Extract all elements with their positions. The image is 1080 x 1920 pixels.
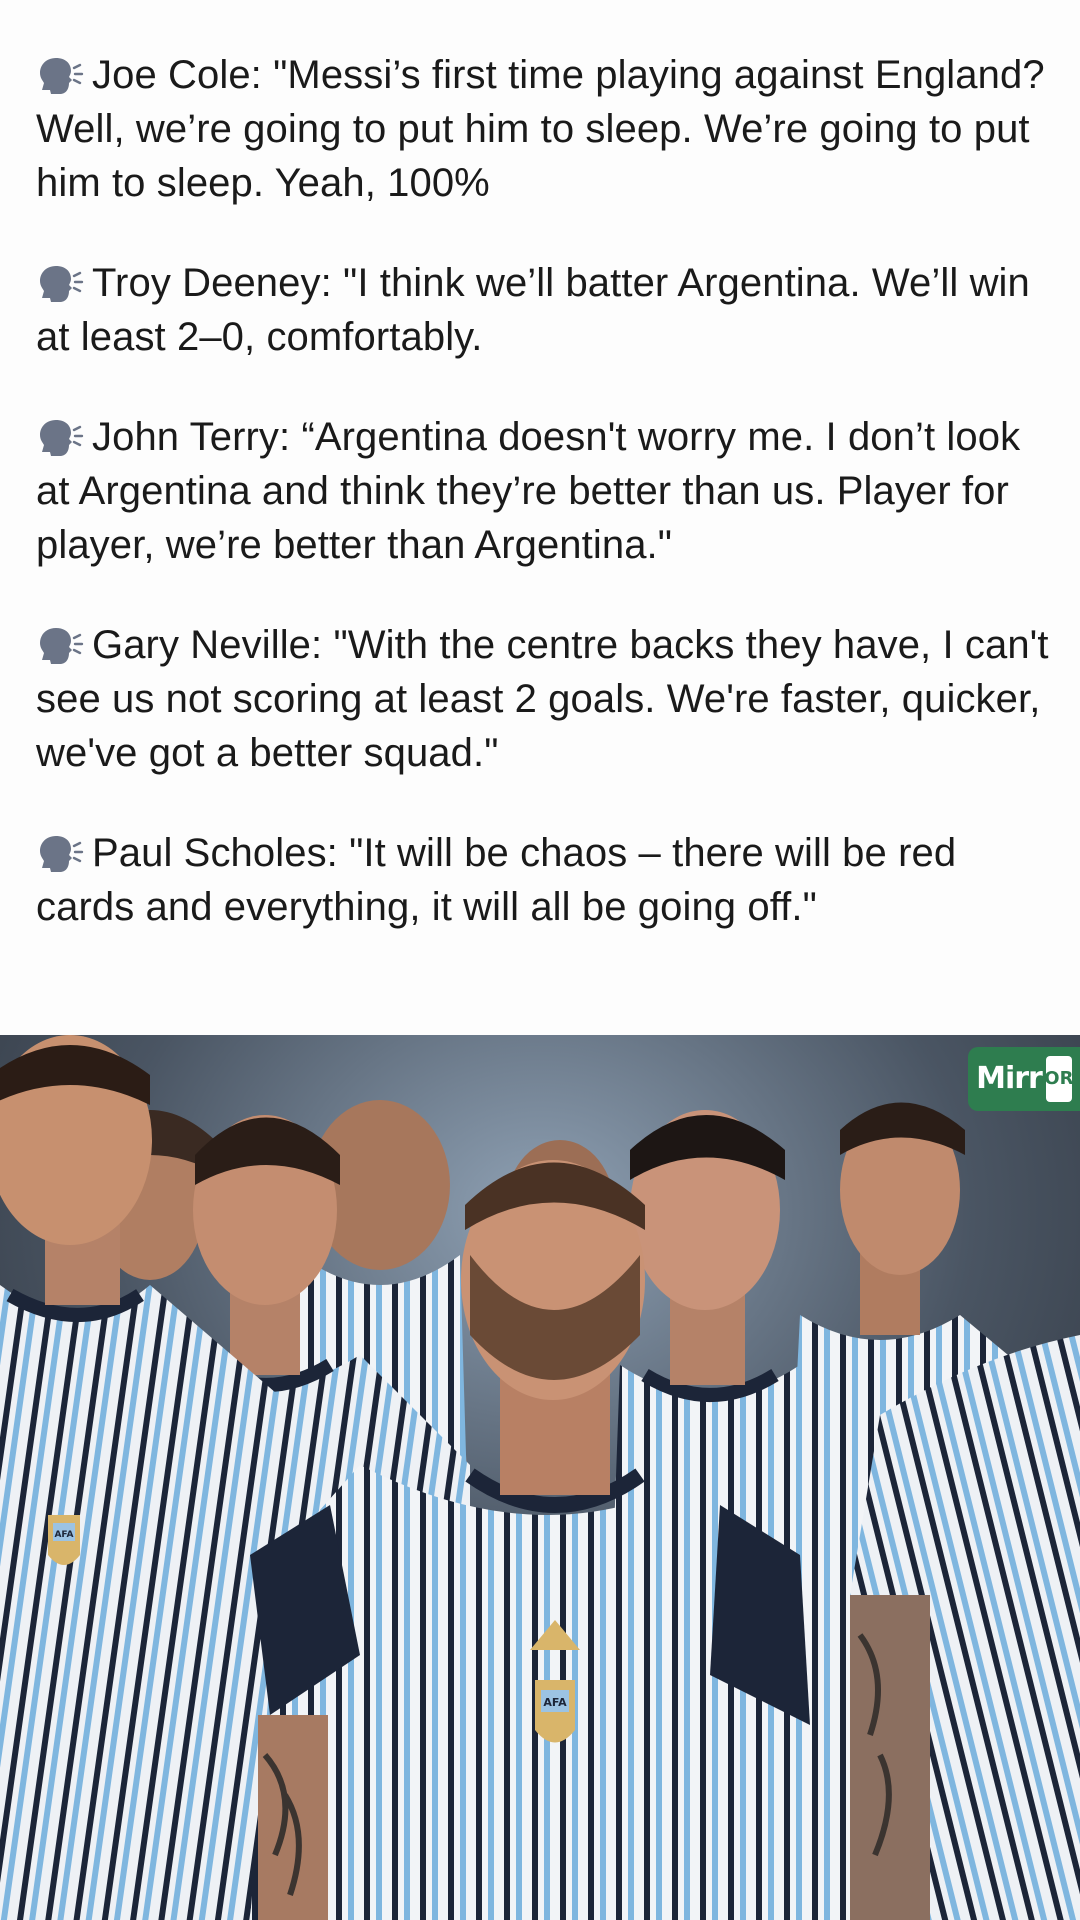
- quote-text: John Terry: “Argentina doesn't worry me.…: [36, 415, 1021, 567]
- quote-text: Gary Neville: "With the centre backs the…: [36, 623, 1049, 775]
- speaking-head-icon: [36, 834, 84, 874]
- mirror-watermark: Mirr OR: [968, 1047, 1080, 1111]
- watermark-text: Mirr: [976, 1061, 1043, 1096]
- quote-text: Joe Cole: "Messi’s first time playing ag…: [36, 53, 1045, 205]
- quote-text: Paul Scholes: "It will be chaos – there …: [36, 831, 957, 929]
- watermark-sub: OR: [1044, 1068, 1074, 1089]
- quote-gary-neville: Gary Neville: "With the centre backs the…: [36, 618, 1056, 780]
- speaking-head-icon: [36, 264, 84, 304]
- quote-john-terry: John Terry: “Argentina doesn't worry me.…: [36, 410, 1056, 572]
- afa-crest-label: AFA: [54, 1530, 73, 1540]
- afa-crest: AFA: [48, 1515, 80, 1565]
- speaking-head-icon: [36, 626, 84, 666]
- post-text-block: Joe Cole: "Messi’s first time playing ag…: [0, 0, 1080, 1035]
- quote-paul-scholes: Paul Scholes: "It will be chaos – there …: [36, 826, 1056, 934]
- quote-text: Troy Deeney: "I think we’ll batter Argen…: [36, 261, 1030, 359]
- afa-crest-label: AFA: [543, 1696, 567, 1709]
- afa-crest: AFA: [535, 1680, 575, 1743]
- quote-troy-deeney: Troy Deeney: "I think we’ll batter Argen…: [36, 256, 1056, 364]
- world-cup-badge-icon: OR: [1044, 1056, 1074, 1102]
- team-photo: AFA AFA Mirr OR: [0, 1035, 1080, 1920]
- speaking-head-icon: [36, 418, 84, 458]
- quote-joe-cole: Joe Cole: "Messi’s first time playing ag…: [36, 48, 1056, 210]
- player-far-right: [850, 1335, 1080, 1920]
- team-photo-illustration: AFA AFA: [0, 1035, 1080, 1920]
- speaking-head-icon: [36, 56, 84, 96]
